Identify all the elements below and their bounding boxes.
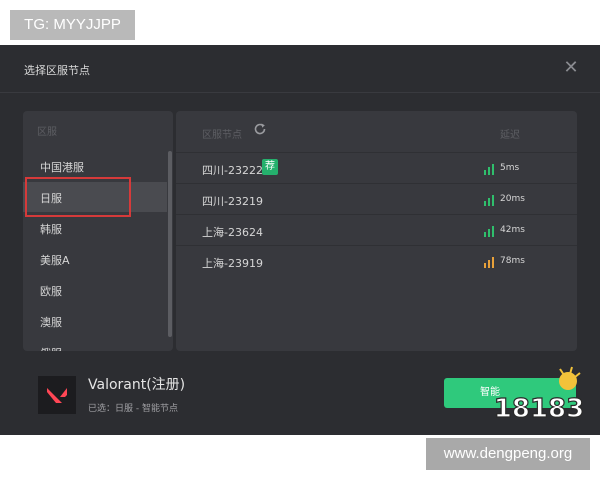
- node-name: 上海-23919: [202, 257, 263, 270]
- dialog-header: 选择区服节点 ✕: [0, 45, 600, 90]
- region-item-ru[interactable]: 俄服: [23, 337, 167, 351]
- site-logo-18183: 18183: [493, 366, 585, 425]
- region-item-label: 中国港服: [40, 161, 84, 174]
- node-latency: 78ms: [500, 256, 525, 266]
- signal-bars-icon: [484, 195, 494, 206]
- node-row[interactable]: 四川-23222 荐 5ms: [176, 152, 577, 184]
- region-item-us-a[interactable]: 美服A: [23, 244, 167, 274]
- valorant-logo-icon: [38, 376, 76, 414]
- node-row[interactable]: 上海-23919 78ms: [176, 245, 577, 277]
- region-item-label: 俄服: [40, 345, 62, 351]
- node-name: 四川-23222: [202, 164, 263, 177]
- node-list-panel: 区服节点 延迟 四川-23222 荐 5ms 四川-23219 20ms 上海-…: [176, 111, 577, 351]
- node-list-header: 区服节点: [202, 130, 242, 141]
- latency-header: 延迟: [500, 130, 520, 141]
- node-row[interactable]: 上海-23624 42ms: [176, 214, 577, 246]
- refresh-icon[interactable]: [252, 121, 268, 137]
- selection-highlight-box: [25, 177, 131, 217]
- region-list-panel: 区服 中国港服 日服 韩服 美服A 欧服 澳服 俄服: [23, 111, 173, 351]
- region-item-label: 美服A: [40, 254, 70, 267]
- signal-bars-icon: [484, 226, 494, 237]
- region-list-header: 区服: [37, 127, 57, 138]
- node-name: 上海-23624: [202, 226, 263, 239]
- selected-node-summary: 已选：日服 - 智能节点: [88, 404, 178, 414]
- signal-bars-icon: [484, 257, 494, 268]
- region-list-scrollbar[interactable]: [168, 151, 172, 337]
- node-name: 四川-23219: [202, 195, 263, 208]
- site-logo-text: 18183: [494, 394, 584, 424]
- node-row[interactable]: 四川-23219 20ms: [176, 183, 577, 215]
- region-item-eu[interactable]: 欧服: [23, 275, 167, 305]
- node-latency: 20ms: [500, 194, 525, 204]
- watermark-top: TG: MYYJJPP: [10, 10, 135, 40]
- region-item-label: 欧服: [40, 285, 62, 298]
- region-item-kr[interactable]: 韩服: [23, 213, 167, 243]
- region-item-label: 澳服: [40, 316, 62, 329]
- node-latency: 5ms: [500, 163, 520, 173]
- recommend-badge: 荐: [262, 159, 278, 175]
- region-item-label: 韩服: [40, 223, 62, 236]
- close-icon[interactable]: ✕: [560, 57, 582, 79]
- header-divider: [0, 92, 600, 93]
- watermark-bottom: www.dengpeng.org: [426, 438, 590, 470]
- dialog-title: 选择区服节点: [24, 64, 90, 77]
- game-title: Valorant(注册): [88, 377, 186, 393]
- node-latency: 42ms: [500, 225, 525, 235]
- region-select-dialog: 选择区服节点 ✕ 区服 中国港服 日服 韩服 美服A 欧服 澳服 俄服 区服节点: [0, 45, 600, 435]
- signal-bars-icon: [484, 164, 494, 175]
- region-item-au[interactable]: 澳服: [23, 306, 167, 336]
